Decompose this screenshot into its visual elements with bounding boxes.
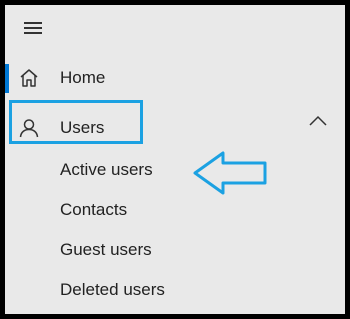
home-icon xyxy=(20,69,38,87)
nav-item-home[interactable]: Home xyxy=(5,58,345,98)
nav-item-home-label: Home xyxy=(60,68,106,87)
subnav-item-active-users[interactable]: Active users xyxy=(60,160,153,180)
left-arrow-annotation-icon xyxy=(193,151,267,195)
subnav-item-contacts[interactable]: Contacts xyxy=(60,200,127,220)
hamburger-menu-icon[interactable] xyxy=(21,15,47,41)
navigation-panel: Home Users Active users Contacts Guest u… xyxy=(0,0,350,319)
users-highlight-box xyxy=(9,100,143,144)
chevron-up-icon[interactable] xyxy=(307,113,329,129)
subnav-item-guest-users[interactable]: Guest users xyxy=(60,240,152,260)
subnav-item-deleted-users[interactable]: Deleted users xyxy=(60,280,165,300)
active-indicator xyxy=(5,64,9,93)
